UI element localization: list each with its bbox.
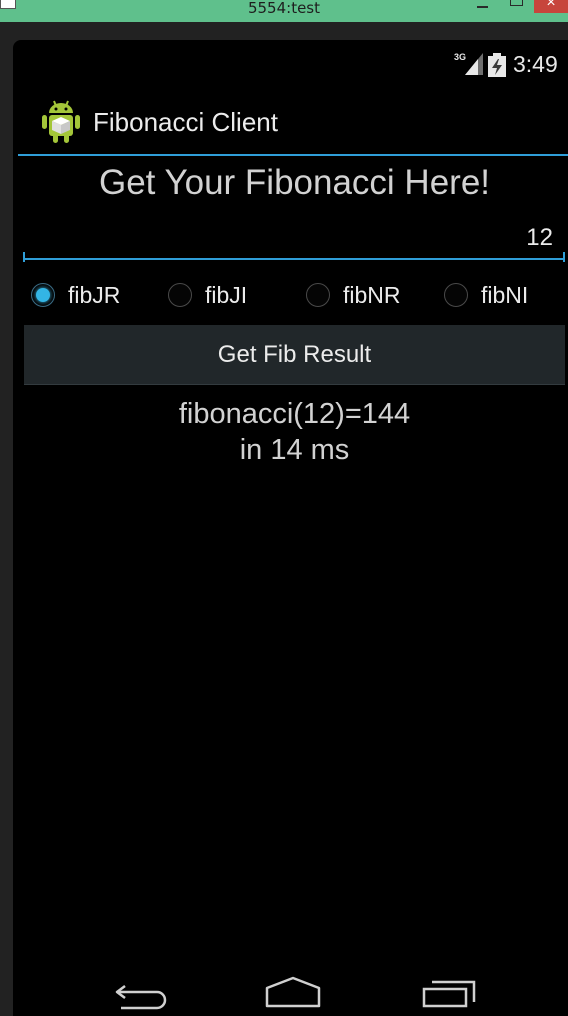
result-time: in 14 ms — [239, 434, 350, 466]
back-icon[interactable] — [111, 972, 171, 1012]
signal-strength-icon — [465, 53, 483, 75]
radio-fibnr[interactable]: fibNR — [306, 278, 401, 312]
status-clock: 3:49 — [513, 51, 558, 77]
radio-fibni[interactable]: fibNI — [444, 278, 528, 312]
android-robot-icon[interactable] — [41, 99, 81, 143]
radio-fibjr[interactable]: fibJR — [31, 278, 120, 312]
algorithm-radio-group: fibJR fibJI fibNR fibNI — [13, 278, 568, 314]
home-icon[interactable] — [262, 972, 324, 1012]
radio-button-unchecked[interactable] — [306, 283, 330, 307]
page-heading: Get Your Fibonacci Here! — [98, 163, 491, 202]
action-bar: Fibonacci Client — [13, 95, 568, 155]
radio-label: fibNR — [343, 281, 401, 308]
result-value: fibonacci(12)=144 — [178, 398, 411, 430]
action-bar-divider — [18, 154, 568, 156]
radio-button-unchecked[interactable] — [168, 283, 192, 307]
get-fib-result-button[interactable]: Get Fib Result — [24, 325, 565, 385]
window-titlebar: 5554:test — [0, 0, 568, 22]
radio-fibji[interactable]: fibJI — [168, 278, 247, 312]
input-underline-left-tick — [23, 252, 25, 262]
battery-icon — [488, 53, 506, 77]
device-screen: 3G 3:49 Fibonacci Client Get Your Fibona… — [13, 40, 568, 1016]
minimize-button[interactable] — [470, 0, 496, 14]
close-button[interactable] — [534, 0, 568, 13]
radio-button-unchecked[interactable] — [444, 283, 468, 307]
number-input[interactable] — [23, 220, 565, 260]
radio-label: fibJR — [68, 281, 121, 308]
maximize-button[interactable] — [500, 0, 530, 14]
input-underline-right-tick — [563, 252, 565, 262]
status-bar: 3G 3:49 — [13, 40, 568, 90]
recent-apps-icon[interactable] — [418, 972, 478, 1012]
radio-button-checked[interactable] — [31, 283, 55, 307]
radio-label: fibNI — [481, 281, 529, 308]
result-text: fibonacci(12)=144 in 14 ms — [13, 396, 568, 468]
app-title: Fibonacci Client — [93, 107, 278, 137]
radio-label: fibJI — [205, 281, 248, 308]
